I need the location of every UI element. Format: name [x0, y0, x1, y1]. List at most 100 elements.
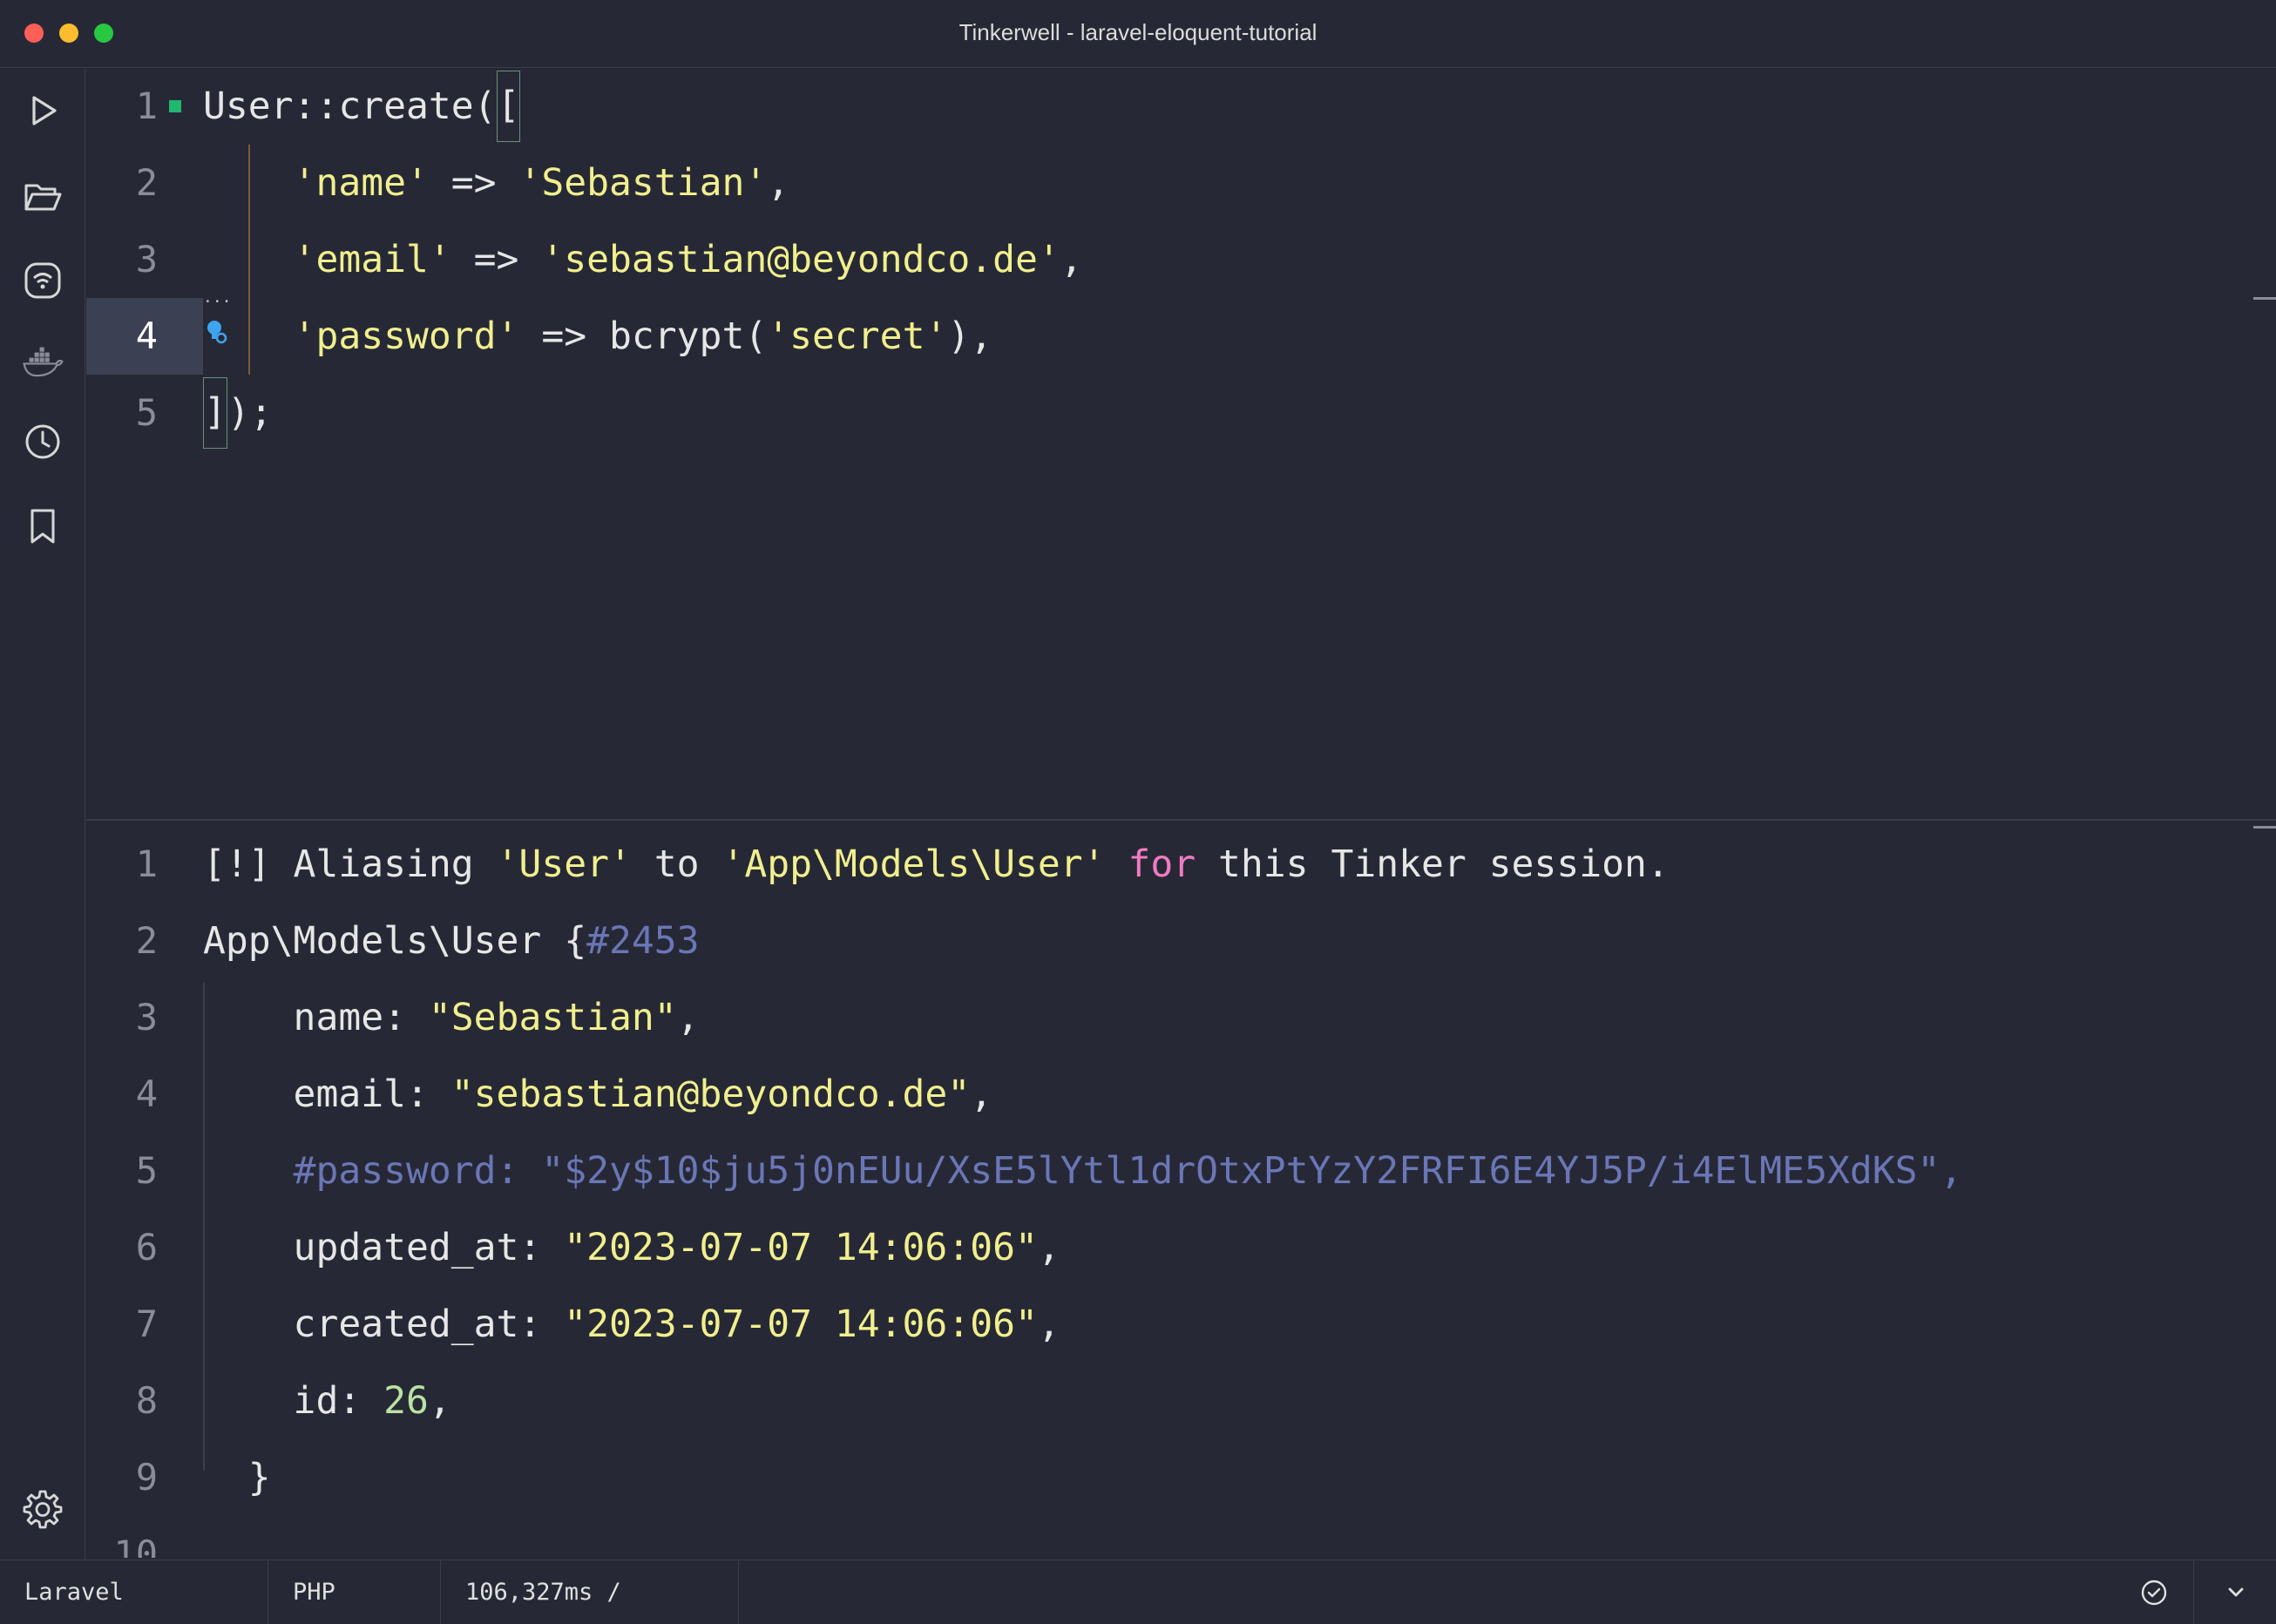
php-version[interactable]: PHP 8.2.6: [268, 1560, 441, 1624]
sidebar: [0, 68, 85, 1560]
code-token: ,: [428, 1379, 451, 1423]
code-token: 'name': [293, 161, 429, 205]
code-token: 'App\Models\User': [721, 842, 1106, 886]
code-token: ,: [970, 1073, 993, 1116]
code-token: ,: [1060, 238, 1083, 281]
code-token: ,: [1037, 1226, 1060, 1269]
editor-line[interactable]: 2 'name' => 'Sebastian',: [86, 145, 2247, 221]
output-line: 3 name: "Sebastian",: [86, 979, 2247, 1056]
code-token: this Tinker session.: [1196, 842, 1670, 886]
history-icon[interactable]: [22, 421, 64, 463]
output-text: id: 26,: [203, 1363, 451, 1439]
code-token: 26: [383, 1379, 429, 1423]
editor-line-active[interactable]: 4 ··· 'password' => bcrypt('secret'),: [86, 293, 2247, 375]
output-text: name: "Sebastian",: [203, 979, 700, 1056]
line-number: 2: [135, 919, 158, 962]
code-token: ,: [676, 996, 700, 1039]
line-number: 3: [135, 996, 158, 1039]
line-number: 4: [135, 315, 158, 357]
code-token: 'Sebastian': [518, 161, 768, 205]
line-number: 5: [135, 1149, 158, 1192]
code-token: =>: [428, 161, 519, 205]
output-line: 5 #password: "$2y$10$ju5j0nEUu/XsE5lYtl1…: [86, 1133, 2247, 1209]
code-token: }: [203, 1456, 271, 1499]
code-token: created_at:: [203, 1303, 565, 1346]
code-token: );: [227, 391, 273, 435]
code-text: 'name' => 'Sebastian',: [203, 145, 790, 221]
code-token: id:: [203, 1379, 384, 1423]
editor-line[interactable]: 1 User::create([: [86, 68, 2247, 145]
output-line: 8 id: 26,: [86, 1363, 2247, 1439]
line-number: 6: [135, 1226, 158, 1269]
line-number: 4: [135, 1073, 158, 1115]
code-token: [!] Aliasing: [203, 842, 497, 886]
line-number: 10: [113, 1533, 158, 1558]
code-text: User::create([: [203, 68, 521, 145]
line-number: 7: [135, 1303, 158, 1345]
fold-marker-icon[interactable]: [169, 100, 181, 112]
code-token: ,: [1037, 1303, 1060, 1346]
code-token: 'password': [293, 315, 519, 358]
output-line: 1 [!] Aliasing 'User' to 'App\Models\Use…: [86, 826, 2247, 903]
check-circle-icon[interactable]: [2139, 1560, 2169, 1624]
editor-line[interactable]: 3 'email' => 'sebastian@beyondco.de',: [86, 221, 2247, 298]
code-token: 'User': [496, 842, 632, 886]
execution-metrics: 106,327ms / 2,09MB: [441, 1560, 739, 1624]
output-line: 10: [86, 1516, 2247, 1558]
folder-open-icon[interactable]: [22, 176, 64, 218]
code-token: =>: [450, 238, 542, 281]
line-number: 2: [135, 161, 158, 204]
code-token: App\Models\User {: [203, 919, 587, 963]
output-line: 9 }: [86, 1439, 2247, 1516]
title-bar: Tinkerwell - laravel-eloquent-tutorial: [0, 0, 2276, 68]
scroll-marker: [2253, 826, 2276, 829]
code-token: #password: "$2y$10$ju5j0nEUu/XsE5lYtl1dr…: [293, 1149, 1963, 1193]
output-text: updated_at: "2023-07-07 14:06:06",: [203, 1209, 1060, 1286]
code-token: #2453: [586, 919, 700, 963]
editor-line[interactable]: 5 ]);: [86, 375, 2247, 451]
code-token: email:: [203, 1073, 451, 1116]
line-number: 5: [135, 391, 158, 434]
bookmark-icon[interactable]: [22, 505, 64, 547]
gear-icon[interactable]: [22, 1488, 64, 1530]
play-icon[interactable]: [22, 90, 64, 132]
code-token: name:: [203, 996, 429, 1039]
code-token: "Sebastian": [428, 996, 677, 1039]
output-text: [!] Aliasing 'User' to 'App\Models\User'…: [203, 826, 1670, 903]
remote-connection-icon[interactable]: [22, 260, 64, 301]
docker-icon[interactable]: [22, 340, 64, 382]
code-token: "sebastian@beyondco.de": [450, 1073, 971, 1116]
code-token: 'sebastian@beyondco.de': [541, 238, 1060, 281]
code-token: "2023-07-07 14:06:06": [564, 1226, 1038, 1269]
code-token: User::create(: [203, 85, 497, 128]
code-token: "2023-07-07 14:06:06": [564, 1303, 1038, 1346]
code-token: ),: [947, 315, 993, 358]
status-bar: Laravel v10.14.1 PHP 8.2.6 106,327ms / 2…: [0, 1560, 2276, 1624]
code-text: ]);: [203, 375, 273, 451]
window-title: Tinkerwell - laravel-eloquent-tutorial: [958, 19, 1318, 45]
code-token: 'email': [293, 238, 451, 281]
chevron-down-icon[interactable]: [2193, 1560, 2276, 1624]
output-line: 7 created_at: "2023-07-07 14:06:06",: [86, 1286, 2247, 1363]
output-line: 4 email: "sebastian@beyondco.de",: [86, 1056, 2247, 1133]
line-number: 1: [135, 85, 158, 127]
pane-divider[interactable]: [86, 819, 2276, 821]
line-number: 9: [135, 1456, 158, 1499]
code-token: updated_at:: [203, 1226, 565, 1269]
output-text: email: "sebastian@beyondco.de",: [203, 1056, 993, 1133]
code-token: for: [1128, 842, 1196, 886]
output-text: created_at: "2023-07-07 14:06:06",: [203, 1286, 1060, 1363]
code-token: ,: [767, 161, 790, 205]
output-line: 6 updated_at: "2023-07-07 14:06:06",: [86, 1209, 2247, 1286]
output-text: }: [203, 1439, 271, 1516]
matched-bracket: [: [496, 70, 521, 142]
code-editor[interactable]: 1 User::create([ 2 'name' => 'Sebastian'…: [86, 68, 2276, 819]
code-text: 'email' => 'sebastian@beyondco.de',: [203, 221, 1083, 298]
framework-version[interactable]: Laravel v10.14.1: [0, 1560, 268, 1624]
matched-bracket: ]: [203, 376, 227, 449]
